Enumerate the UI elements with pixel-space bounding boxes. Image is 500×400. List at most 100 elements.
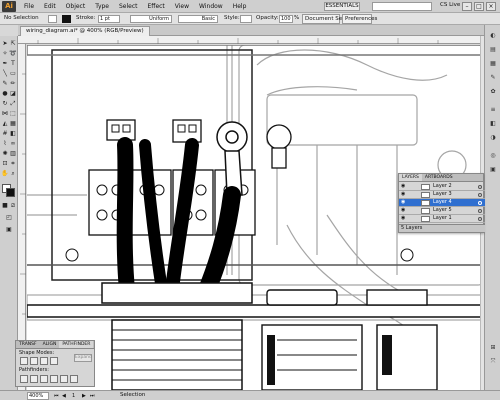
eraser-tool-icon[interactable]: ◪ [9, 90, 17, 98]
appearance-panel-icon[interactable]: ◎ [488, 151, 498, 160]
layer-name[interactable]: Layer 4 [433, 199, 452, 206]
gradient-panel-icon[interactable]: ◧ [488, 119, 498, 128]
color-mode-icon[interactable]: ■ [1, 202, 9, 210]
gradient-tool-icon[interactable]: ◧ [9, 130, 17, 138]
pen-tool-icon[interactable]: ✒ [1, 60, 9, 68]
shape-builder-tool-icon[interactable]: ◭ [1, 120, 9, 128]
zoom-level-field[interactable]: 400% [27, 392, 49, 400]
hand-tool-icon[interactable]: ✋ [1, 170, 9, 178]
tab-pathfinder[interactable]: PATHFINDER [59, 341, 94, 348]
first-artboard-icon[interactable]: ⏮ [54, 393, 59, 399]
screen-mode-icon[interactable]: ▣ [5, 226, 13, 234]
menu-help[interactable]: Help [228, 3, 252, 10]
eyedropper-tool-icon[interactable]: ⌇ [1, 140, 9, 148]
menu-file[interactable]: File [19, 3, 39, 10]
crop-button[interactable] [50, 375, 58, 383]
menu-edit[interactable]: Edit [39, 3, 61, 10]
visibility-eye-icon[interactable]: ◉ [401, 200, 407, 205]
width-tool-icon[interactable]: ⋈ [1, 110, 9, 118]
horizontal-ruler[interactable] [18, 36, 480, 44]
menu-type[interactable]: Type [90, 3, 114, 10]
cs-live-menu[interactable]: CS Live [440, 2, 460, 8]
last-artboard-icon[interactable]: ⏭ [90, 393, 95, 399]
fill-swatch[interactable] [48, 15, 57, 23]
color-panel-icon[interactable]: ◐ [488, 31, 498, 40]
perspective-grid-tool-icon[interactable]: ▦ [9, 120, 17, 128]
layer-row[interactable]: ◉ Layer 3 [399, 191, 485, 199]
unite-button[interactable] [20, 357, 28, 365]
selection-tool-icon[interactable]: ➤ [1, 40, 9, 48]
tab-transform[interactable]: TRANSF [16, 341, 40, 348]
column-graph-tool-icon[interactable]: ▥ [9, 150, 17, 158]
slice-tool-icon[interactable]: ⌗ [9, 160, 17, 168]
pencil-tool-icon[interactable]: ✏ [9, 80, 17, 88]
tab-layers[interactable]: LAYERS [399, 174, 422, 181]
layer-name[interactable]: Layer 5 [433, 207, 452, 214]
brushes-panel-icon[interactable]: ✎ [488, 73, 498, 82]
blob-brush-tool-icon[interactable]: ● [1, 90, 9, 98]
tab-align[interactable]: ALIGN [40, 341, 60, 348]
minus-front-button[interactable] [30, 357, 38, 365]
graphic-style-picker[interactable] [240, 15, 252, 23]
swatches-panel-icon[interactable]: ▦ [488, 59, 498, 68]
tab-artboards[interactable]: ARTBOARDS [422, 174, 456, 181]
next-artboard-icon[interactable]: ▶ [82, 393, 86, 399]
type-tool-icon[interactable]: T [9, 60, 17, 68]
menu-select[interactable]: Select [114, 3, 143, 10]
trim-button[interactable] [30, 375, 38, 383]
rectangle-tool-icon[interactable]: ▭ [9, 70, 17, 78]
target-circle-icon[interactable] [478, 201, 482, 205]
layer-row-selected[interactable]: ◉ Layer 4 [399, 199, 485, 207]
expand-button[interactable]: Expand [74, 354, 92, 362]
minus-back-button[interactable] [70, 375, 78, 383]
vertical-ruler[interactable] [18, 44, 26, 390]
lasso-tool-icon[interactable]: ➰ [9, 50, 17, 58]
variable-width-profile[interactable]: Uniform [130, 15, 172, 23]
target-circle-icon[interactable] [478, 185, 482, 189]
direct-selection-tool-icon[interactable]: ⇱ [9, 40, 17, 48]
preferences-button[interactable]: Preferences [342, 14, 377, 24]
align-panel-icon[interactable]: ⊞ [488, 343, 498, 352]
stroke-color-swatch[interactable] [6, 188, 15, 197]
visibility-eye-icon[interactable]: ◉ [401, 192, 407, 197]
menu-view[interactable]: View [170, 3, 194, 10]
graphic-styles-panel-icon[interactable]: ▣ [488, 165, 498, 174]
layer-row[interactable]: ◉ Layer 1 [399, 215, 485, 223]
transparency-panel-icon[interactable]: ◑ [488, 133, 498, 142]
stroke-weight-field[interactable]: 1 pt [98, 15, 120, 23]
document-tab[interactable]: wiring_diagram.ai* @ 400% (RGB/Preview) [20, 26, 150, 36]
intersect-button[interactable] [40, 357, 48, 365]
layer-name[interactable]: Layer 2 [433, 183, 452, 190]
blend-tool-icon[interactable]: ∞ [9, 140, 17, 148]
free-transform-tool-icon[interactable]: ⬚ [9, 110, 17, 118]
outline-button[interactable] [60, 375, 68, 383]
artboard-tool-icon[interactable]: ⊡ [1, 160, 9, 168]
symbol-sprayer-tool-icon[interactable]: ✺ [1, 150, 9, 158]
opacity-field[interactable]: 100 [279, 15, 293, 23]
rotate-tool-icon[interactable]: ↻ [1, 100, 9, 108]
layer-name[interactable]: Layer 3 [433, 191, 452, 198]
stroke-swatch[interactable] [62, 15, 71, 23]
visibility-eye-icon[interactable]: ◉ [401, 208, 407, 213]
mesh-tool-icon[interactable]: # [1, 130, 9, 138]
visibility-eye-icon[interactable]: ◉ [401, 216, 407, 221]
merge-button[interactable] [40, 375, 48, 383]
target-circle-icon[interactable] [478, 193, 482, 197]
maximize-button[interactable]: □ [474, 2, 484, 11]
workspace-switcher[interactable]: ESSENTIALS [324, 2, 360, 11]
line-tool-icon[interactable]: ╲ [1, 70, 9, 78]
draw-mode-icon[interactable]: ◰ [5, 214, 13, 222]
close-button[interactable]: × [486, 2, 496, 11]
help-search-input[interactable] [372, 2, 432, 11]
target-circle-icon[interactable] [478, 209, 482, 213]
minimize-button[interactable]: – [462, 2, 472, 11]
document-setup-button[interactable]: Document Setup [302, 14, 351, 24]
scale-tool-icon[interactable]: ⤢ [9, 100, 17, 108]
brush-definition[interactable]: Basic [178, 15, 218, 23]
artboard-number[interactable]: 1 [72, 393, 75, 399]
magic-wand-tool-icon[interactable]: ✧ [1, 50, 9, 58]
layer-row[interactable]: ◉ Layer 2 [399, 183, 485, 191]
layer-row[interactable]: ◉ Layer 5 [399, 207, 485, 215]
current-tool-status[interactable]: Selection [120, 392, 145, 398]
menu-object[interactable]: Object [61, 3, 91, 10]
